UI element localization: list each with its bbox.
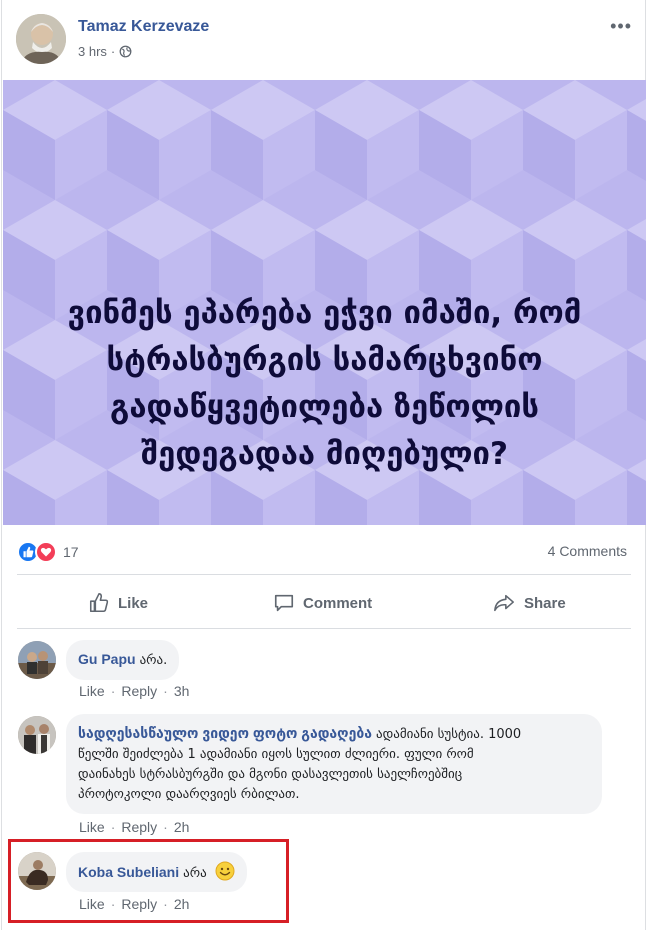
comment-text-line: ადამიანი სუსტია. 1000 [376, 727, 522, 742]
commenter-name[interactable]: Gu Papu [78, 651, 136, 667]
post-image[interactable]: ვინმეს ეპარება ეჭვი იმაში, რომ სტრასბურგ… [3, 80, 646, 525]
image-text-line: შედეგადაა მიღებული? [141, 436, 508, 472]
comment-time[interactable]: 2h [174, 819, 190, 835]
comment-time[interactable]: 3h [174, 683, 190, 699]
comment-bubble: Gu Papu არა. [66, 640, 180, 680]
comment-button[interactable]: Comment [273, 588, 372, 618]
share-button[interactable]: Share [492, 588, 566, 618]
like-label: Like [118, 594, 149, 612]
reactions-summary[interactable]: 17 [17, 540, 79, 564]
divider [17, 574, 631, 575]
comment-reply-link[interactable]: Reply [121, 683, 157, 699]
comment-reply-link[interactable]: Reply [121, 819, 157, 835]
image-text-line: გადაწყვეტილება ზეწოლის [110, 389, 539, 425]
post-image-text: ვინმეს ეპარება ეჭვი იმაში, რომ სტრასბურგ… [23, 290, 626, 478]
thumbs-up-icon [89, 593, 109, 613]
like-button[interactable]: Like [88, 588, 148, 618]
globe-icon[interactable] [119, 45, 132, 58]
post-time[interactable]: 3 hrs [78, 44, 107, 59]
comment-text: არა. [139, 653, 168, 668]
share-icon [494, 594, 514, 612]
reaction-count[interactable]: 17 [63, 544, 79, 560]
share-label: Share [524, 594, 566, 612]
image-text-line: სტრასბურგის სამარცხვინო [106, 342, 543, 378]
post-card: Tamaz Kerzevaze 3 hrs · ••• ვინმეს ეპარე… [1, 0, 646, 930]
author-avatar[interactable] [16, 14, 66, 64]
comment-text-line: დაინახეს სტრასბურგში და მგონი დასავლეთის… [78, 767, 463, 782]
more-options-button[interactable]: ••• [610, 16, 632, 37]
divider [17, 628, 631, 629]
image-text-line: ვინმეს ეპარება ეჭვი იმაში, რომ [67, 295, 582, 331]
comment-actions: Like · Reply · 3h [79, 683, 190, 699]
comment-label: Comment [303, 594, 373, 612]
comment-bubble: სადღესასწაულო ვიდეო ფოტო გადაღება ადამიან… [66, 714, 602, 814]
post-header: Tamaz Kerzevaze 3 hrs · ••• [16, 14, 636, 66]
author-name[interactable]: Tamaz Kerzevaze [78, 18, 209, 36]
comment-like-link[interactable]: Like [79, 683, 105, 699]
comment-text-line: წელში შეიძლება 1 ადამიანი იყოს სულით ძლი… [78, 747, 474, 762]
commenter-name[interactable]: სადღესასწაულო ვიდეო ფოტო გადაღება [78, 725, 372, 741]
comment-text-line: პროტოკოლი დაარღვიეს რბილათ. [78, 787, 300, 802]
comments-count-link[interactable]: 4 Comments [548, 543, 627, 559]
love-reaction-icon [35, 541, 57, 563]
commenter-avatar[interactable] [18, 641, 56, 679]
comment-actions: Like · Reply · 2h [79, 819, 190, 835]
commenter-avatar[interactable] [18, 716, 56, 754]
highlight-box [8, 839, 289, 923]
post-meta: 3 hrs · [78, 44, 132, 59]
comment-like-link[interactable]: Like [79, 819, 105, 835]
comment-icon [274, 594, 294, 612]
